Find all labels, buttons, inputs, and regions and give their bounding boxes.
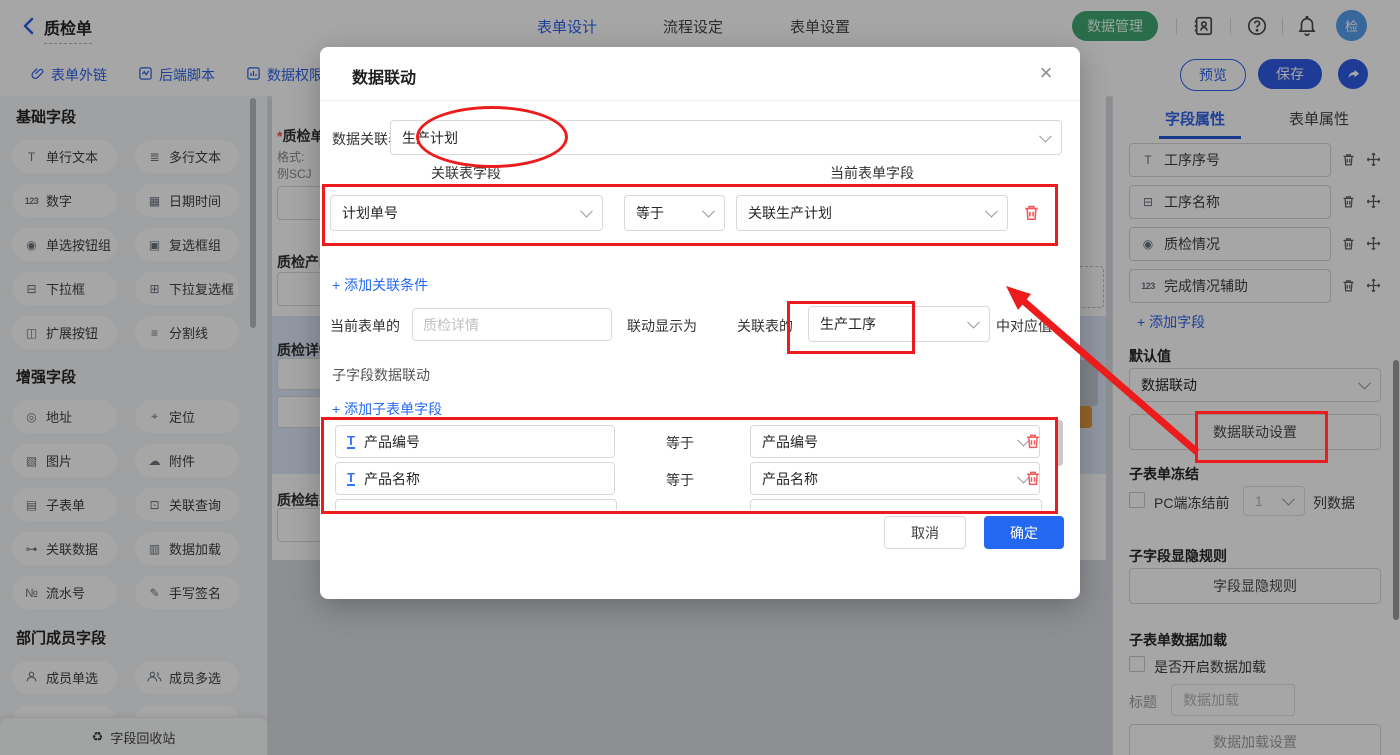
subfield-operator: 等于 bbox=[666, 433, 694, 453]
chevron-down-icon bbox=[702, 205, 715, 218]
modal-title: 数据联动 bbox=[352, 64, 416, 88]
column-header-right: 当前表单字段 bbox=[830, 163, 914, 183]
subfield-left-box[interactable]: T 产品名称 bbox=[335, 462, 615, 495]
delete-subfield-icon[interactable] bbox=[1024, 432, 1042, 450]
subfield-right-select[interactable]: 产品名称 bbox=[750, 462, 1040, 495]
delete-subfield-icon[interactable] bbox=[1024, 469, 1042, 487]
subfield-left-box-partial bbox=[335, 499, 617, 510]
select-value: 产品名称 bbox=[762, 469, 818, 489]
subfield-name: 产品编号 bbox=[364, 432, 420, 452]
modal-list-scrollbar[interactable] bbox=[1055, 420, 1063, 466]
select-value: 生产计划 bbox=[402, 128, 458, 148]
chevron-down-icon bbox=[985, 205, 998, 218]
close-icon[interactable]: × bbox=[1032, 59, 1060, 87]
subfield-right-box-partial bbox=[750, 499, 1042, 510]
linked-field-select[interactable]: 生产工序 bbox=[808, 306, 990, 342]
chevron-down-icon bbox=[1039, 129, 1052, 142]
cancel-button[interactable]: 取消 bbox=[884, 516, 966, 549]
subfield-linkage-title: 子字段数据联动 bbox=[332, 365, 430, 385]
condition-operator-select[interactable]: 等于 bbox=[624, 195, 725, 231]
select-value: 等于 bbox=[636, 203, 664, 223]
condition-right-select[interactable]: 关联生产计划 bbox=[736, 195, 1008, 231]
confirm-button[interactable]: 确定 bbox=[984, 516, 1064, 549]
select-value: 生产工序 bbox=[820, 314, 876, 334]
form-designer-app: 质检单 表单设计 流程设定 表单设置 数据管理 检 表单外链 后端脚本 数据权限 bbox=[0, 0, 1400, 755]
subfield-right-select[interactable]: 产品编号 bbox=[750, 425, 1040, 458]
linked-table-label: 关联表的 bbox=[737, 316, 793, 336]
current-form-label: 当前表单的 bbox=[330, 316, 400, 336]
data-linkage-modal: 数据联动 × 数据关联表 生产计划 关联表字段 当前表单字段 计划单号 等于 关… bbox=[320, 47, 1080, 599]
select-value: 计划单号 bbox=[342, 203, 398, 223]
display-as-label: 联动显示为 bbox=[627, 316, 697, 336]
subfield-left-box[interactable]: T 产品编号 bbox=[335, 425, 615, 458]
delete-condition-icon[interactable] bbox=[1022, 203, 1041, 222]
chevron-down-icon bbox=[580, 205, 593, 218]
select-value: 关联生产计划 bbox=[748, 203, 832, 223]
corresponding-value-label: 中对应值 bbox=[996, 316, 1052, 336]
column-header-left: 关联表字段 bbox=[431, 163, 501, 183]
display-field-input[interactable] bbox=[412, 308, 612, 341]
subfield-name: 产品名称 bbox=[364, 469, 420, 489]
add-subfield-link[interactable]: + 添加子表单字段 bbox=[332, 399, 442, 419]
single-text-icon: T bbox=[347, 471, 355, 486]
single-text-icon: T bbox=[347, 434, 355, 449]
condition-left-select[interactable]: 计划单号 bbox=[330, 195, 603, 231]
modal-header: 数据联动 × bbox=[320, 47, 1080, 101]
select-value: 产品编号 bbox=[762, 432, 818, 452]
subfield-operator: 等于 bbox=[666, 470, 694, 490]
chevron-down-icon bbox=[967, 316, 980, 329]
link-table-select[interactable]: 生产计划 bbox=[390, 120, 1062, 155]
add-condition-link[interactable]: + 添加关联条件 bbox=[332, 275, 428, 295]
